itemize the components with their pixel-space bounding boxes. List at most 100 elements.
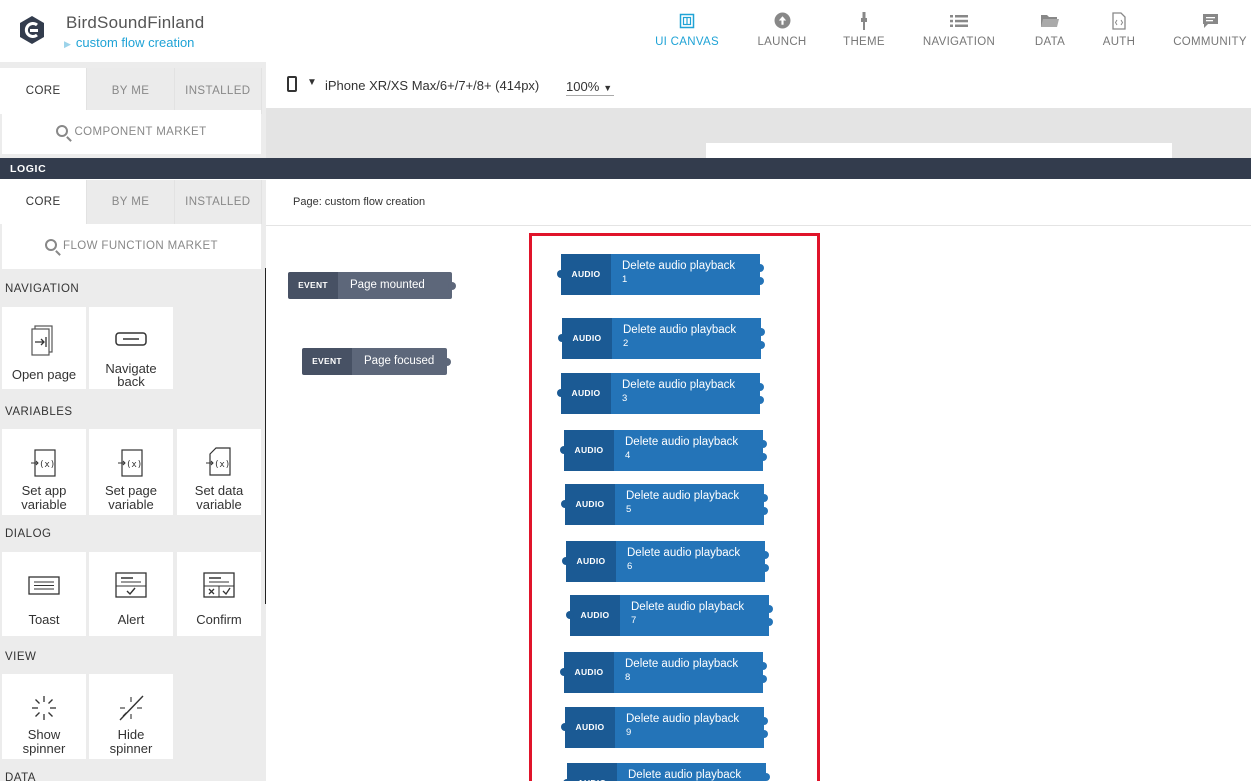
output-port[interactable] (762, 773, 770, 781)
flow-function-market-button[interactable]: FLOW FUNCTION MARKET (2, 224, 261, 269)
alert-card[interactable]: Alert (89, 552, 173, 636)
output-port[interactable] (765, 618, 773, 626)
nav-ui-canvas[interactable]: UI CANVAS (648, 10, 726, 54)
delete-audio-playback-block[interactable]: AUDIO Delete audio playback 6 (562, 541, 769, 582)
output-port[interactable] (756, 264, 764, 272)
nav-label: AUTH (1102, 36, 1136, 48)
output-port[interactable] (757, 341, 765, 349)
tab-installed[interactable]: INSTALLED (174, 180, 262, 224)
input-port[interactable] (560, 668, 568, 676)
logic-function-panel: CORE BY ME INSTALLED FLOW FUNCTION MARKE… (0, 180, 266, 781)
output-port[interactable] (761, 551, 769, 559)
hide-spinner-card[interactable]: Hide spinner (89, 674, 173, 759)
block-title: Delete audio playback (631, 601, 745, 613)
current-page-breadcrumb[interactable]: ▶ custom flow creation (64, 35, 194, 50)
output-port[interactable] (760, 717, 768, 725)
event-page-focused-block[interactable]: EVENT Page focused (302, 348, 451, 375)
event-output-port[interactable] (443, 358, 451, 366)
block-title: Delete audio playback (623, 324, 737, 336)
open-page-card[interactable]: Open page (2, 307, 86, 389)
input-port[interactable] (557, 389, 565, 397)
set-app-variable-label-2: variable (21, 497, 67, 512)
toast-label: Toast (28, 612, 60, 627)
confirm-card[interactable]: Confirm (177, 552, 261, 636)
block-number: 5 (626, 504, 632, 515)
delete-audio-playback-block[interactable]: AUDIO Delete audio playback 3 (557, 373, 764, 414)
nav-navigation[interactable]: NAVIGATION (916, 10, 1002, 54)
svg-text:(x): (x) (214, 460, 230, 470)
delete-audio-playback-block[interactable]: AUDIO Delete audio playback 5 (561, 484, 768, 525)
output-port[interactable] (759, 675, 767, 683)
device-dropdown-chevron-icon[interactable]: ▼ (307, 77, 317, 88)
output-port[interactable] (756, 396, 764, 404)
output-port[interactable] (765, 605, 773, 613)
set-data-variable-label-1: Set data (194, 483, 244, 498)
nav-data[interactable]: DATA (1028, 10, 1072, 54)
output-port[interactable] (761, 564, 769, 572)
block-name: Delete audio playback 3 (611, 373, 760, 414)
toast-card[interactable]: Toast (2, 552, 86, 636)
set-app-variable-card[interactable]: (x) Set app variable (2, 429, 86, 515)
nav-auth[interactable]: AUTH (1098, 10, 1140, 54)
device-selector[interactable]: iPhone XR/XS Max/6+/7+/8+ (414px) (325, 78, 539, 93)
phone-icon (287, 76, 297, 92)
delete-audio-playback-block[interactable]: AUDIO Delete audio playback (563, 763, 770, 781)
component-market-label: COMPONENT MARKET (74, 126, 207, 138)
nav-community[interactable]: COMMUNITY (1168, 10, 1251, 54)
block-name: Delete audio playback 1 (611, 254, 760, 295)
tab-by-me[interactable]: BY ME (87, 68, 175, 114)
output-port[interactable] (760, 507, 768, 515)
output-port[interactable] (759, 440, 767, 448)
launch-icon (752, 10, 812, 32)
nav-theme[interactable]: THEME (838, 10, 890, 54)
set-data-variable-card[interactable]: (x) Set data variable (177, 429, 261, 515)
input-port[interactable] (557, 270, 565, 278)
navigate-back-card[interactable]: Navigate back (89, 307, 173, 389)
component-market-button[interactable]: COMPONENT MARKET (2, 110, 261, 154)
nav-label: THEME (843, 36, 885, 48)
audio-tag: AUDIO (567, 763, 617, 781)
output-port[interactable] (756, 277, 764, 285)
input-port[interactable] (560, 446, 568, 454)
logic-flow-canvas[interactable]: EVENT Page mounted EVENT Page focused AU… (266, 227, 1251, 781)
input-port[interactable] (562, 557, 570, 565)
output-port[interactable] (757, 328, 765, 336)
block-title: Delete audio playback (625, 436, 739, 448)
tab-installed[interactable]: INSTALLED (174, 68, 262, 114)
input-port[interactable] (561, 500, 569, 508)
zoom-selector[interactable]: 100% ▼ (566, 79, 614, 96)
input-port[interactable] (558, 334, 566, 342)
nav-label: COMMUNITY (1173, 36, 1247, 48)
nav-launch[interactable]: LAUNCH (752, 10, 812, 54)
show-spinner-card[interactable]: Show spinner (2, 674, 86, 759)
delete-audio-playback-block[interactable]: AUDIO Delete audio playback 2 (558, 318, 765, 359)
logic-bar-label: LOGIC (10, 163, 47, 175)
delete-audio-playback-block[interactable]: AUDIO Delete audio playback 7 (566, 595, 773, 636)
nav-label: DATA (1034, 36, 1066, 48)
event-output-port[interactable] (448, 282, 456, 290)
event-page-mounted-block[interactable]: EVENT Page mounted (288, 272, 456, 299)
app-logo-icon[interactable] (18, 15, 46, 45)
output-port[interactable] (759, 662, 767, 670)
community-chat-icon (1168, 10, 1251, 32)
logic-bar[interactable]: LOGIC (0, 158, 1251, 179)
ui-canvas-area[interactable] (266, 108, 1251, 158)
delete-audio-playback-block[interactable]: AUDIO Delete audio playback 8 (560, 652, 767, 693)
output-port[interactable] (760, 730, 768, 738)
audio-tag: AUDIO (562, 318, 612, 359)
input-port[interactable] (566, 611, 574, 619)
output-port[interactable] (756, 383, 764, 391)
delete-audio-playback-block[interactable]: AUDIO Delete audio playback 4 (560, 430, 767, 471)
zoom-value: 100% (566, 79, 600, 94)
delete-audio-playback-block[interactable]: AUDIO Delete audio playback 9 (561, 707, 768, 748)
phone-preview-frame[interactable] (706, 143, 1172, 158)
output-port[interactable] (759, 453, 767, 461)
search-icon (56, 125, 69, 137)
output-port[interactable] (760, 494, 768, 502)
set-page-variable-card[interactable]: (x) Set page variable (89, 429, 173, 515)
tab-core[interactable]: CORE (0, 68, 88, 114)
tab-by-me[interactable]: BY ME (87, 180, 175, 224)
tab-core[interactable]: CORE (0, 180, 88, 224)
input-port[interactable] (561, 723, 569, 731)
delete-audio-playback-block[interactable]: AUDIO Delete audio playback 1 (557, 254, 764, 295)
